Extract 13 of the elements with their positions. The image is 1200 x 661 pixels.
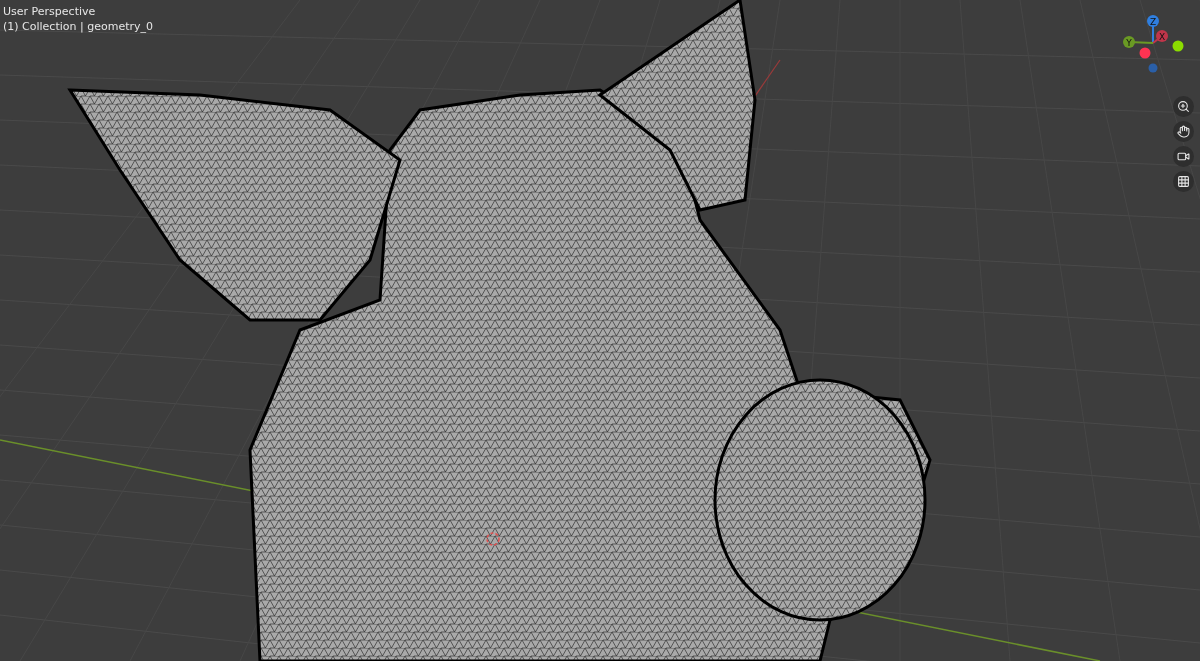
grid-icon [1177, 175, 1190, 188]
axis-handle[interactable]: Y [1123, 36, 1154, 48]
collection-label: (1) Collection | geometry_0 [3, 19, 153, 34]
grid-tool-button[interactable] [1173, 171, 1194, 192]
navigation-gizmo[interactable]: Z X Y [1100, 6, 1190, 76]
camera-tool-button[interactable] [1173, 146, 1194, 167]
pan-tool-button[interactable] [1173, 121, 1194, 142]
3d-viewport[interactable]: User Perspective (1) Collection | geometry_0 Z X Y [0, 0, 1200, 661]
zoom-icon [1177, 100, 1190, 113]
camera-icon [1177, 150, 1190, 163]
view-title: User Perspective [3, 4, 97, 19]
zoom-tool-button[interactable] [1173, 96, 1194, 117]
hand-icon [1177, 125, 1190, 138]
